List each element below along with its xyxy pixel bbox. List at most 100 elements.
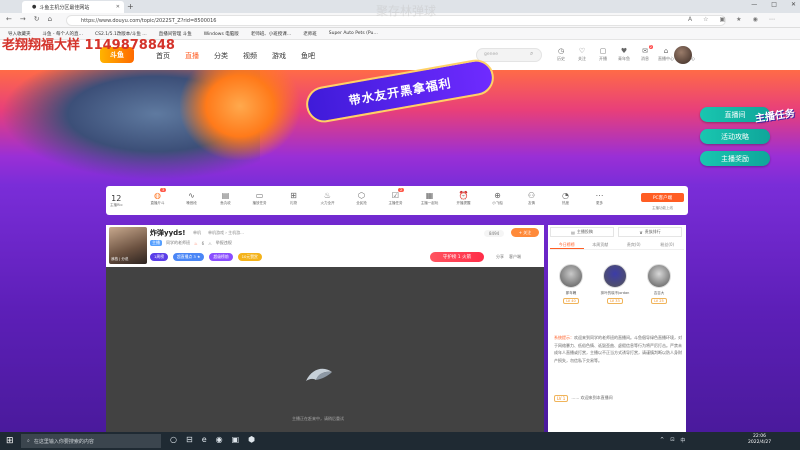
user-icon-2[interactable]: ▢ 开播 xyxy=(595,47,611,62)
toolbar-item-9[interactable]: ⏰ 开播提醒 xyxy=(448,190,479,206)
tab-anchor-posts[interactable]: ▤ 主播投稿 xyxy=(550,227,614,237)
client-link[interactable]: 客户端 xyxy=(509,254,521,260)
bookmark-item[interactable]: 老师班 xyxy=(303,31,317,37)
tab-noble-rank-label: 贵族排行 xyxy=(644,229,661,234)
rank-entry-2[interactable]: 吉吉大 LV 25 xyxy=(644,264,674,304)
rank-tab-3[interactable]: 粉丝(0) xyxy=(651,240,685,249)
taskbar-app-1-icon[interactable]: ⊟ xyxy=(186,435,193,444)
bookmark-item[interactable]: 老师班、小班授课… xyxy=(251,31,292,37)
room-pill-3[interactable]: 10元赞赏 xyxy=(237,253,262,261)
tray-2-icon[interactable]: 中 xyxy=(680,437,685,444)
new-tab-button[interactable]: + xyxy=(127,2,134,12)
minimize-button[interactable]: — xyxy=(751,1,757,8)
user-icon-1[interactable]: ♡ 关注 xyxy=(574,47,590,62)
tray-1-icon[interactable]: ⊡ xyxy=(670,437,674,444)
taskbar-app-4-icon[interactable]: ▣ xyxy=(232,435,240,444)
toolbar-item-label: 嗓音段 xyxy=(186,201,197,205)
profile-icon[interactable]: ◉ xyxy=(753,16,758,23)
user-icon-label: 消息 xyxy=(641,56,649,61)
user-icon-0[interactable]: ◷ 历史 xyxy=(553,47,569,62)
bookmark-item[interactable]: Windows 电脑版 xyxy=(204,31,239,37)
share-link[interactable]: 分享 xyxy=(496,254,504,260)
rank-entry-0[interactable]: 那年魄 LV 40 xyxy=(556,264,586,304)
room-pills: 1周榜 超直播点 3 ★ 超级榜前 10元赞赏 xyxy=(150,253,262,261)
forward-icon[interactable]: → xyxy=(20,15,26,23)
favorite-star-icon[interactable]: ☆ xyxy=(703,16,708,23)
anchor-count-value: 12 xyxy=(111,194,122,203)
rank-entry-1[interactable]: 抹叶的晓不Jordan LV 33 xyxy=(600,264,630,304)
tray-0-icon[interactable]: ^ xyxy=(660,437,664,444)
close-window-button[interactable]: ✕ xyxy=(791,1,796,8)
toolbar-item-12[interactable]: ◔ 热度 xyxy=(550,190,581,206)
close-tab-icon[interactable]: ✕ xyxy=(116,4,120,10)
home-icon[interactable]: ⌂ xyxy=(48,15,52,23)
search-icon[interactable]: ⌕ xyxy=(530,50,533,58)
toolbar-item-1[interactable]: ∿ 嗓音段 xyxy=(176,190,207,206)
tab-noble-rank[interactable]: ♛ 贵族排行 xyxy=(618,227,682,237)
toolbar-item-label: 火力全开 xyxy=(320,201,335,205)
nav-item-2[interactable]: 分类 xyxy=(214,51,228,61)
report-link[interactable]: 举报违规 xyxy=(216,240,232,246)
taskbar-app-3-icon[interactable]: ◉ xyxy=(216,435,223,444)
event-guide-button[interactable]: 活动攻略 xyxy=(700,129,770,144)
right-panel-top-tabs: ▤ 主播投稿 ♛ 贵族排行 xyxy=(550,227,682,237)
user-icon-3[interactable]: ♥ 青年鱼 xyxy=(616,47,632,62)
toolbar-item-10[interactable]: ⊕ 小飞船 xyxy=(482,190,513,206)
anchor-count[interactable]: 12 主播Rio xyxy=(110,194,123,208)
user-icon-4[interactable]: ✉ 消息 2 xyxy=(637,45,653,62)
toolbar-item-4[interactable]: ⊞ 礼物 xyxy=(278,190,309,206)
toolbar-item-label: 小飞船 xyxy=(492,201,503,205)
taskbar-app-2-icon[interactable]: e xyxy=(202,435,207,444)
browser-tab[interactable]: ● 斗鱼主机分区最佳网站 ✕ xyxy=(22,1,124,13)
room-pill-2[interactable]: 超级榜前 xyxy=(209,253,233,261)
rank-tab-2[interactable]: 贵宾(0) xyxy=(617,240,651,249)
crown-icon: ♛ xyxy=(639,229,643,235)
nav-item-5[interactable]: 鱼吧 xyxy=(301,51,315,61)
toolbar-item-3[interactable]: ▭ 播放任务 xyxy=(244,190,275,206)
bookmark-item[interactable]: Super Auto Pets (Pu… xyxy=(329,31,378,36)
toolbar-item-label: 热度 xyxy=(562,201,569,205)
notice-text: 欢迎来到同学的老师班的直播间。斗鱼倡导绿色直播环境，对于网络暴力、低俗色情、诋毁… xyxy=(554,335,682,363)
toolbar-item-13[interactable]: ⋯ 更多 xyxy=(584,190,615,206)
user-icon-label: 青年鱼 xyxy=(618,56,630,61)
user-avatar[interactable] xyxy=(674,46,692,64)
toolbar-item-2[interactable]: ▤ 鱼丸收 xyxy=(210,190,241,206)
category-link[interactable]: 单机 xyxy=(193,230,201,236)
taskbar-app-0-icon[interactable]: ○ xyxy=(170,435,177,444)
follow-button[interactable]: + 关注 xyxy=(511,228,539,237)
favorites-icon[interactable]: ★ xyxy=(736,16,741,23)
menu-icon[interactable]: ⋯ xyxy=(769,16,775,23)
toolbar-item-0[interactable]: ◍ 直播斤斗 3 xyxy=(142,188,173,206)
user-icon-5[interactable]: ⌂ 直播中心 xyxy=(658,47,674,62)
read-aloud-icon[interactable]: A xyxy=(688,16,692,23)
refresh-icon[interactable]: ↻ xyxy=(34,15,40,23)
guard-rank-button[interactable]: 守护榜 1 火箭 xyxy=(430,252,484,262)
windows-start-icon[interactable]: ⊞ xyxy=(6,436,14,446)
toolbar-item-glyph-9-icon: ⏰ xyxy=(458,191,469,200)
nav-item-4[interactable]: 游戏 xyxy=(272,51,286,61)
room-pill-0[interactable]: 1周榜 xyxy=(150,253,169,261)
maximize-button[interactable]: □ xyxy=(771,1,777,8)
rank-tab-1[interactable]: 本周贡献 xyxy=(584,240,618,249)
anchor-name[interactable]: 同学的老师班 xyxy=(166,240,190,246)
nav-item-3[interactable]: 视频 xyxy=(243,51,257,61)
collections-icon[interactable]: ▣ xyxy=(720,16,726,23)
taskbar-search[interactable]: ⌕ 在这里输入你要搜索的内容 xyxy=(21,434,161,448)
anchor-reward-button[interactable]: 主播奖励 xyxy=(700,151,770,166)
rank-tab-0[interactable]: 今日榜榜 xyxy=(550,240,584,249)
taskbar-app-5-icon[interactable]: ⬢ xyxy=(248,435,255,444)
toolbar-item-8[interactable]: ▦ 主播一起玩 xyxy=(414,190,445,206)
back-icon[interactable]: ← xyxy=(6,15,12,23)
browser-toolbar-icons: A ☆ ▣ ★ ◉ ⋯ xyxy=(688,16,775,23)
room-pill-1[interactable]: 超直播点 3 ★ xyxy=(173,253,205,261)
main-nav: 首页 直播 分类 视频 游戏 鱼吧 xyxy=(156,51,315,61)
toolbar-item-5[interactable]: ♨ 火力全开 xyxy=(312,190,343,206)
subcategory-link[interactable]: 单机游戏 › 主机游... xyxy=(208,230,244,236)
pc-client-button[interactable]: PC客户端 xyxy=(641,193,684,202)
nav-item-1[interactable]: 直播 xyxy=(185,51,199,61)
video-player[interactable] xyxy=(106,267,544,432)
toolbar-item-11[interactable]: ⚇ 友情 xyxy=(516,190,547,206)
toolbar-item-glyph-0-icon: ◍ xyxy=(154,191,161,200)
toolbar-item-6[interactable]: ⬡ 全民抢 xyxy=(346,190,377,206)
toolbar-item-7[interactable]: ☑ 主播任务 2 xyxy=(380,188,411,206)
